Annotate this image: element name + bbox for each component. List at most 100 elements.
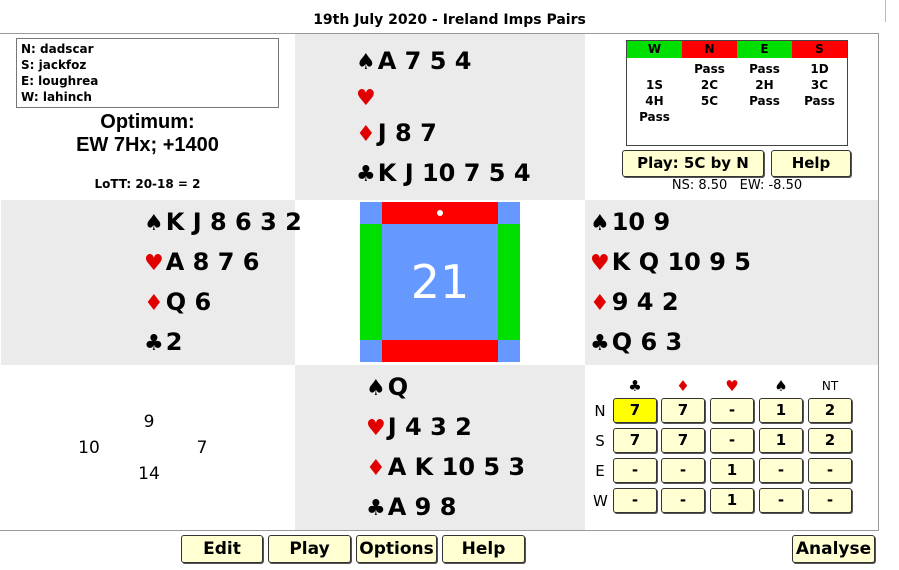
north-clubs: ♣K J 10 7 5 4	[356, 159, 531, 187]
dd-cell[interactable]: -	[661, 488, 705, 513]
bid: Pass	[694, 62, 725, 76]
optimum-value: EW 7Hx; +1400	[76, 134, 219, 156]
spade-icon: ♠	[356, 50, 376, 75]
hcp-north: 9	[143, 412, 155, 432]
dealer-indicator	[437, 210, 443, 216]
south-spades: ♠Q	[366, 373, 409, 401]
dd-seat-label: N	[594, 402, 606, 420]
east-diamonds: ♦9 4 2	[590, 288, 679, 316]
players-box: N: dadscar S: jackfoz E: loughrea W: lah…	[16, 38, 279, 108]
play-button[interactable]: Play	[268, 535, 351, 563]
west-clubs: ♣2	[144, 328, 183, 356]
analyse-button[interactable]: Analyse	[792, 535, 875, 563]
divider	[885, 0, 886, 22]
help-button-top[interactable]: Help	[771, 150, 851, 177]
dd-cell[interactable]: 2	[808, 428, 852, 453]
board-number: 21	[410, 255, 470, 309]
hcp-south: 14	[138, 464, 160, 484]
bid: 2C	[700, 78, 719, 92]
west-vul-bar	[360, 224, 382, 340]
bid: Pass	[749, 94, 780, 108]
heart-icon: ♥	[590, 251, 610, 276]
dd-cell[interactable]: 7	[613, 428, 657, 453]
bid: Pass	[749, 62, 780, 76]
club-icon: ♣	[144, 331, 164, 356]
spade-icon: ♠	[144, 211, 164, 236]
heart-icon: ♥	[356, 86, 376, 111]
score-display: NS: 8.50 EW: -8.50	[671, 178, 803, 193]
dd-seat-label: W	[593, 492, 608, 510]
dd-cell[interactable]: 1	[759, 428, 803, 453]
club-icon: ♣	[356, 162, 376, 187]
dd-cell[interactable]: -	[759, 458, 803, 483]
dd-cell[interactable]: -	[613, 488, 657, 513]
dd-cell[interactable]: 7	[661, 398, 705, 423]
player-south: S: jackfoz	[21, 58, 87, 72]
west-diamonds: ♦Q 6	[144, 288, 212, 316]
dd-cell[interactable]: 2	[808, 398, 852, 423]
board-table: 21	[360, 202, 520, 362]
bid: 2H	[755, 78, 774, 92]
options-button[interactable]: Options	[356, 535, 437, 563]
south-diamonds: ♦A K 10 5 3	[366, 453, 526, 481]
dd-cell[interactable]: -	[808, 458, 852, 483]
help-button[interactable]: Help	[442, 535, 525, 563]
edit-button[interactable]: Edit	[181, 535, 263, 563]
heart-icon: ♥	[144, 251, 164, 276]
dd-cell[interactable]: 1	[759, 398, 803, 423]
north-spades: ♠A 7 5 4	[356, 47, 472, 75]
bid: Pass	[639, 110, 670, 124]
diamond-icon: ♦	[366, 456, 386, 481]
north-diamonds: ♦J 8 7	[356, 119, 437, 147]
dd-cell[interactable]: 1	[710, 458, 754, 483]
dd-cell[interactable]: -	[808, 488, 852, 513]
bid: 5C	[700, 94, 719, 108]
page-title: 19th July 2020 - Ireland Imps Pairs	[313, 12, 586, 28]
south-vul-bar	[382, 340, 498, 362]
club-icon: ♣	[628, 377, 642, 395]
bid-header-north: N	[682, 41, 737, 58]
spade-icon: ♠	[366, 376, 386, 401]
club-icon: ♣	[590, 331, 610, 356]
east-hearts: ♥K Q 10 9 5	[590, 248, 751, 276]
dd-cell[interactable]: -	[613, 458, 657, 483]
player-north: N: dadscar	[21, 42, 94, 56]
east-vul-bar	[498, 224, 520, 340]
club-icon: ♣	[366, 496, 386, 521]
bid: 4H	[645, 94, 664, 108]
diamond-icon: ♦	[356, 122, 376, 147]
west-hearts: ♥A 8 7 6	[144, 248, 260, 276]
bid: 3C	[810, 78, 829, 92]
spade-icon: ♠	[774, 377, 788, 395]
dd-cell[interactable]: -	[710, 428, 754, 453]
dd-seat-label: S	[595, 432, 605, 450]
bid: 1S	[646, 78, 663, 92]
play-contract-button[interactable]: Play: 5C by N	[622, 150, 764, 177]
bid: Pass	[804, 94, 835, 108]
east-spades: ♠10 9	[590, 208, 671, 236]
hcp-east: 7	[196, 438, 208, 458]
dd-cell[interactable]: 7	[661, 428, 705, 453]
dd-seat-label: E	[595, 462, 605, 480]
west-spades: ♠K J 8 6 3 2	[144, 208, 302, 236]
bid-header-west: W	[627, 41, 682, 58]
south-clubs: ♣A 9 8	[366, 493, 457, 521]
dd-cell[interactable]: 1	[710, 488, 754, 513]
diamond-icon: ♦	[590, 291, 610, 316]
bid-header-south: S	[792, 41, 847, 58]
heart-icon: ♥	[366, 416, 386, 441]
dd-cell[interactable]: -	[710, 398, 754, 423]
bidding-box: W N E S Pass Pass 1D 1S 2C 2H 3C 4H 5C P…	[626, 40, 848, 146]
spade-icon: ♠	[590, 211, 610, 236]
diamond-icon: ♦	[676, 377, 690, 395]
south-hearts: ♥J 4 3 2	[366, 413, 472, 441]
optimum-label: Optimum:	[100, 111, 195, 133]
dd-cell[interactable]: -	[661, 458, 705, 483]
north-hearts: ♥	[356, 82, 378, 114]
dd-cell[interactable]: 7	[613, 398, 657, 423]
lott-value: LoTT: 20-18 = 2	[94, 177, 201, 191]
nt-header: NT	[821, 379, 839, 393]
dd-cell[interactable]: -	[759, 488, 803, 513]
heart-icon: ♥	[725, 377, 739, 395]
player-west: W: lahinch	[21, 90, 92, 104]
